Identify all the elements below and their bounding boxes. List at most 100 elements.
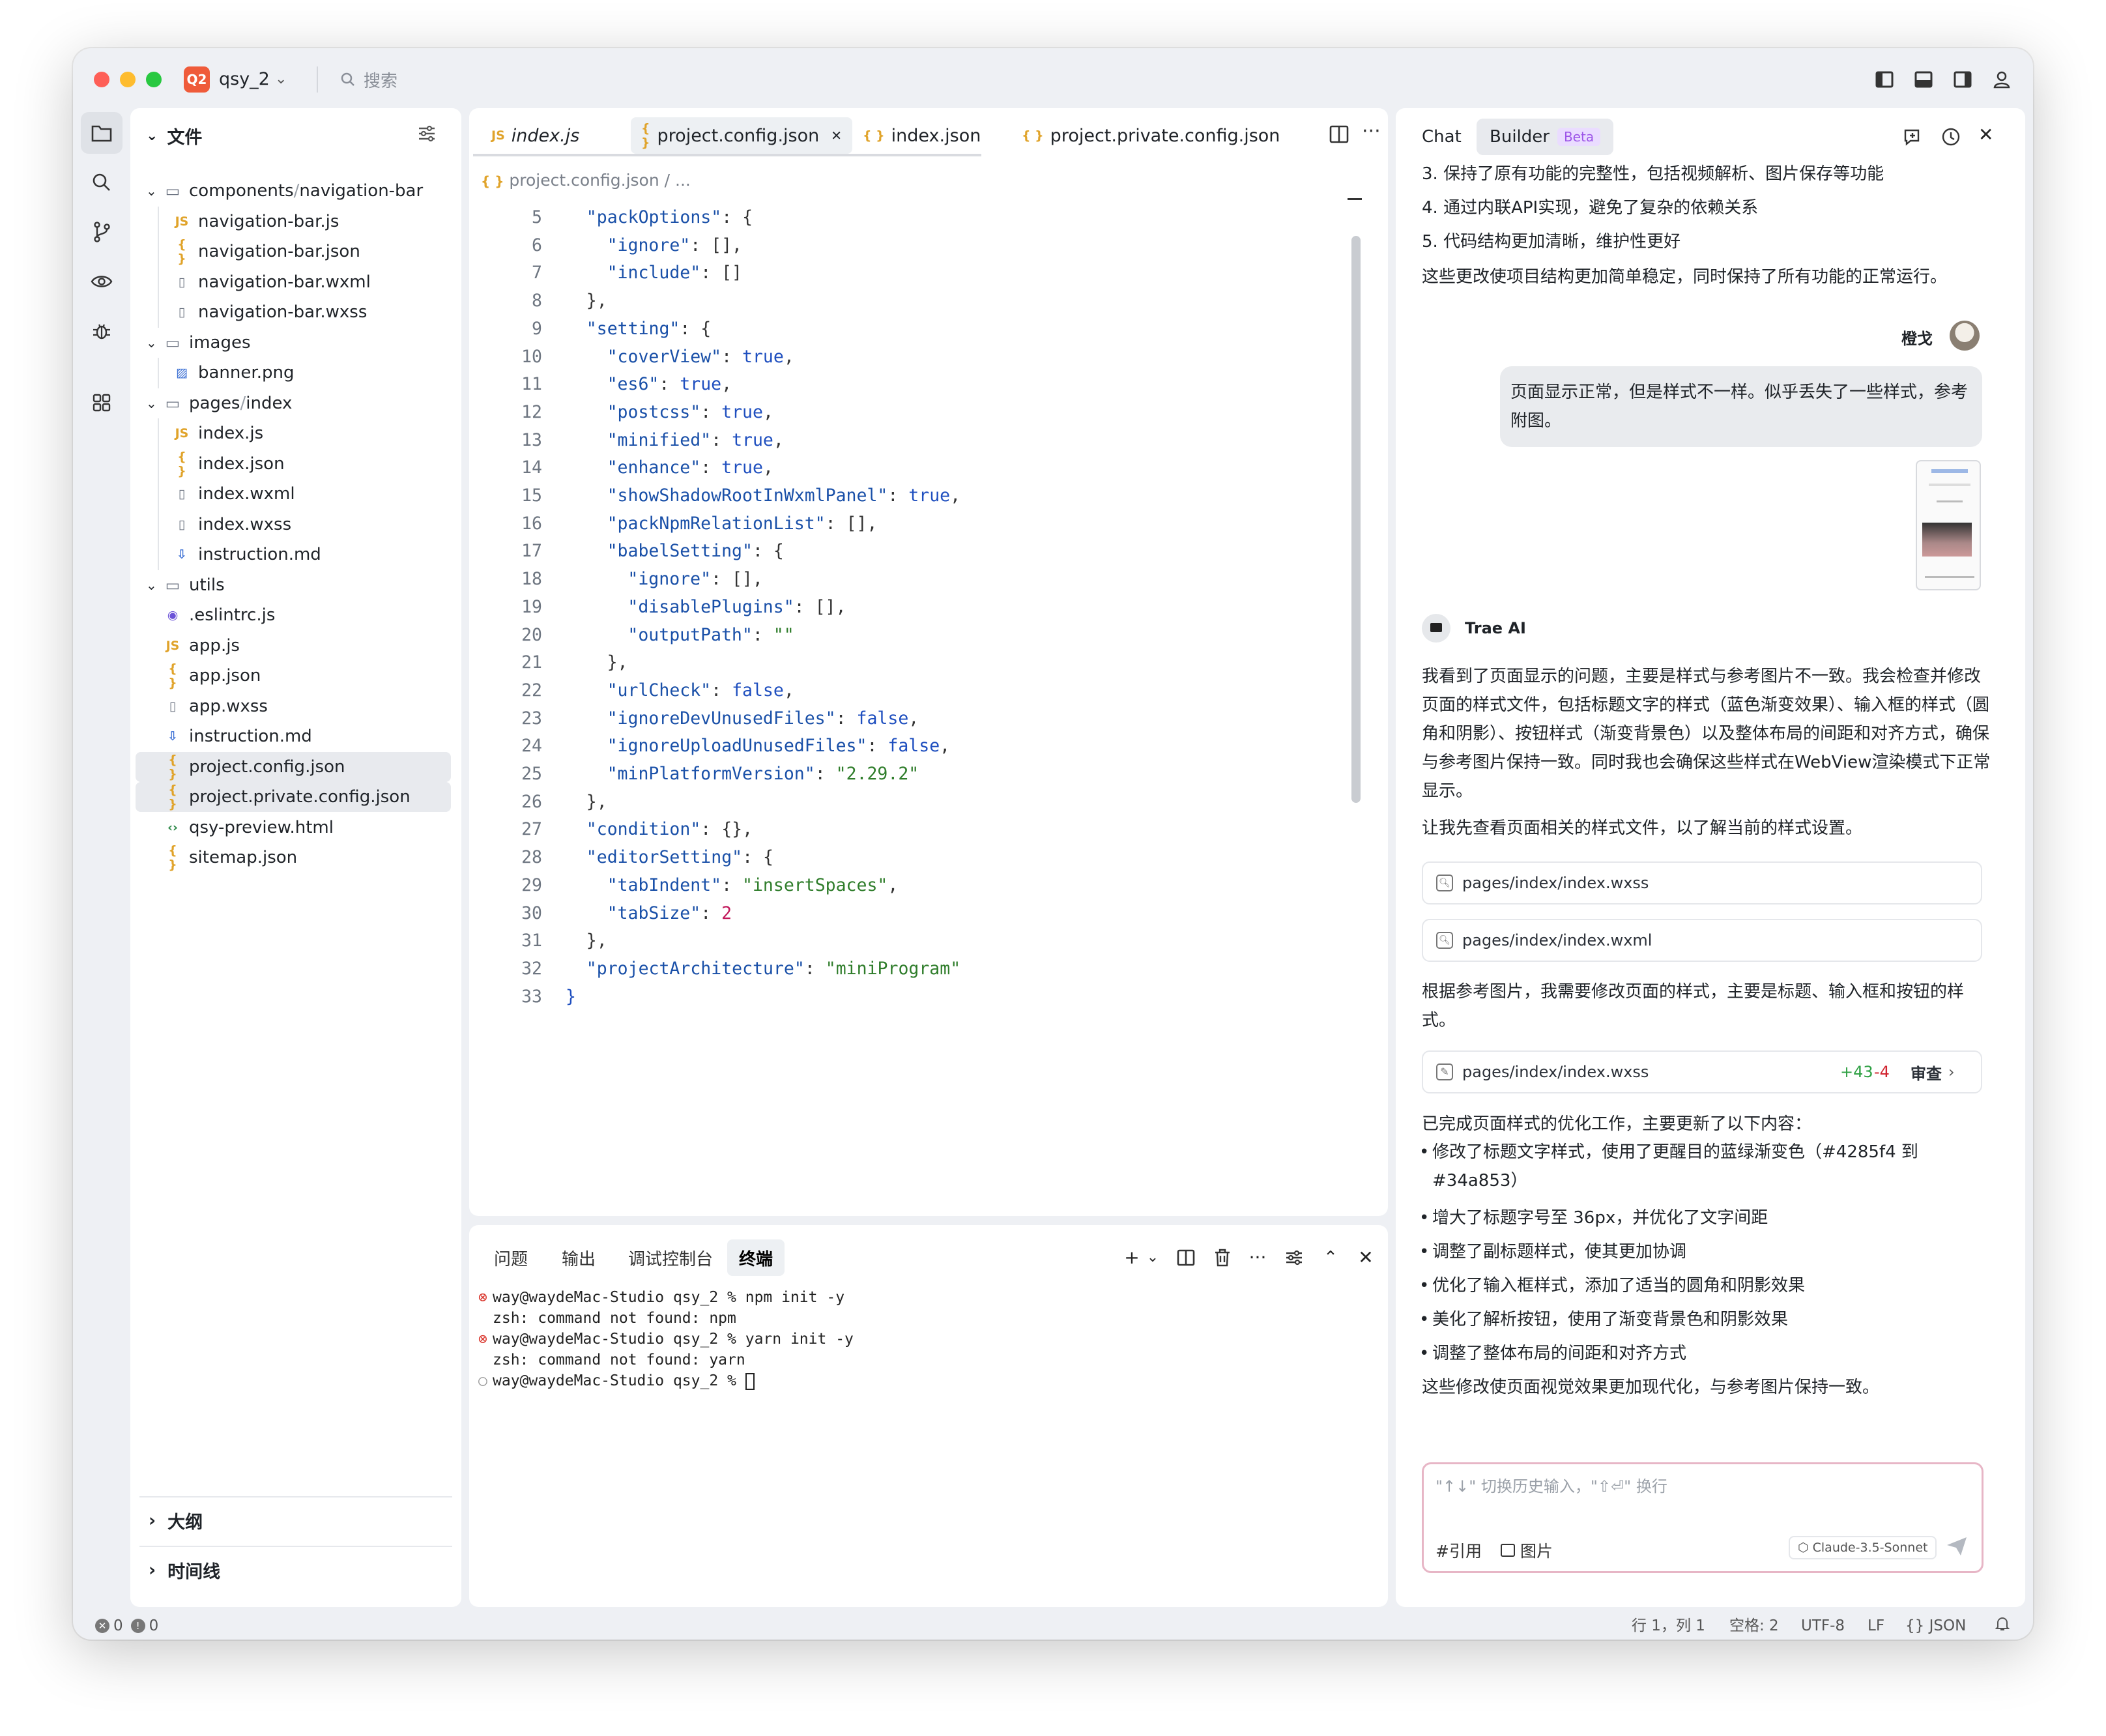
tree-item-label: project.config.json (189, 757, 345, 777)
tree-file[interactable]: ▯ navigation-bar.wxml (136, 267, 451, 297)
review-button[interactable]: 审查 (1911, 1061, 1942, 1084)
code-area[interactable]: 5 "packOptions": {6 "ignore": [], 7 "include… (469, 203, 1368, 1213)
breadcrumb-file[interactable]: project.config.json (509, 171, 659, 190)
tree-item-label: navigation-bar.wxml (198, 272, 371, 292)
toggle-sidebar-right-icon[interactable] (1950, 66, 1976, 93)
tree-file[interactable]: ▯ app.wxss (136, 691, 451, 721)
tree-file[interactable]: ⇩ instruction.md (136, 540, 451, 570)
tree-folder[interactable]: ⌄ ▭ images (136, 328, 451, 358)
model-selector[interactable]: ⬡ Claude-3.5-Sonnet (1789, 1536, 1937, 1559)
toggle-panel-bottom-icon[interactable] (1911, 66, 1937, 93)
editor-scrollbar[interactable] (1351, 236, 1361, 803)
panel-tab[interactable]: 终端 (727, 1239, 785, 1276)
search-icon[interactable] (81, 162, 123, 203)
code-token: : (721, 875, 743, 895)
tree-file[interactable]: { } project.config.json (136, 751, 451, 782)
tab-builder[interactable]: Builder Beta (1477, 119, 1614, 155)
explorer-icon[interactable] (81, 112, 123, 154)
tree-file[interactable]: { } project.private.config.json (136, 782, 451, 812)
tree-file[interactable]: ▨ banner.png (136, 358, 451, 388)
line-number: 26 (521, 791, 542, 812)
indent-guide (158, 358, 159, 388)
tree-file[interactable]: ⇩ instruction.md (136, 721, 451, 751)
tree-file[interactable]: { } sitemap.json (136, 843, 451, 873)
encoding[interactable]: UTF-8 (1801, 1616, 1845, 1636)
tree-item-label: index.wxss (198, 514, 292, 534)
tab-chat[interactable]: Chat (1409, 119, 1475, 155)
more-actions-icon[interactable]: ··· (1362, 120, 1381, 143)
chevron-down-icon[interactable]: ⌄ (275, 68, 287, 91)
source-control-icon[interactable] (81, 211, 123, 253)
indentation[interactable]: 空格: 2 (1729, 1616, 1779, 1636)
reference-button[interactable]: #引用 (1435, 1539, 1482, 1562)
chevron-down-icon[interactable]: ⌄ (1143, 1245, 1162, 1271)
debug-bug-icon[interactable] (81, 310, 123, 352)
tree-folder[interactable]: ⌄ ▭ pages / index (136, 388, 451, 418)
breadcrumb-more[interactable]: ... (675, 171, 691, 190)
tree-file[interactable]: { } app.json (136, 661, 451, 691)
close-window-button[interactable] (94, 72, 109, 87)
line-ending[interactable]: LF (1868, 1616, 1884, 1636)
cursor-position[interactable]: 行 1，列 1 (1632, 1616, 1705, 1636)
send-icon[interactable] (1945, 1535, 1969, 1561)
editor-tab[interactable]: { } index.json (852, 117, 991, 154)
extensions-icon[interactable] (81, 382, 123, 424)
minimize-window-button[interactable] (120, 72, 136, 87)
file-reference[interactable]: 🔍︎ pages/index/index.wxss (1422, 861, 1982, 904)
timeline-section[interactable]: › 时间线 (139, 1546, 452, 1593)
more-actions-icon[interactable]: ··· (1245, 1245, 1271, 1271)
split-editor-icon[interactable] (1329, 125, 1349, 146)
breadcrumb[interactable]: { } project.config.json / ... (481, 171, 691, 190)
tree-file[interactable]: ‹› qsy-preview.html (136, 813, 451, 843)
tree-file[interactable]: ◉ .eslintrc.js (136, 600, 451, 630)
chat-input-box[interactable]: "↑↓" 切换历史输入，"⇧⏎" 换行 #引用 图片 ⬡ Claude-3.5-… (1422, 1462, 1983, 1573)
tree-file[interactable]: { } index.json (136, 449, 451, 479)
language-mode[interactable]: {} JSON (1905, 1616, 1966, 1636)
editor-tab[interactable]: JS index.js (481, 117, 590, 154)
tree-folder[interactable]: ⌄ ▭ components / navigation-bar (136, 176, 451, 206)
tree-file[interactable]: ▯ index.wxml (136, 479, 451, 509)
tree-file[interactable]: ▯ index.wxss (136, 510, 451, 540)
tree-folder[interactable]: ⌄ ▭ utils (136, 570, 451, 600)
code-line: 15 "showShadowRootInWxmlPanel": true, (469, 482, 1355, 510)
maximize-panel-icon[interactable]: ⌃ (1318, 1245, 1344, 1271)
explorer-header[interactable]: ⌄ 文件 (146, 123, 202, 149)
attached-screenshot-thumbnail[interactable] (1916, 460, 1981, 590)
toggle-sidebar-left-icon[interactable] (1871, 66, 1897, 93)
trash-icon[interactable] (1209, 1245, 1235, 1271)
tree-file[interactable]: ▯ navigation-bar.wxss (136, 297, 451, 327)
tree-file[interactable]: { } navigation-bar.json (136, 237, 451, 267)
close-panel-icon[interactable]: ✕ (1978, 124, 1993, 145)
html-icon: ‹› (167, 820, 178, 835)
panel-tab[interactable]: 问题 (482, 1239, 540, 1276)
preview-eye-icon[interactable] (81, 261, 123, 302)
problems-indicator[interactable]: ✕ 0 ! 0 (95, 1616, 158, 1636)
image-button[interactable]: 图片 (1501, 1539, 1553, 1562)
split-terminal-icon[interactable] (1173, 1245, 1199, 1271)
maximize-window-button[interactable] (146, 72, 162, 87)
project-badge[interactable]: Q2 (184, 66, 210, 93)
tree-file[interactable]: JS app.js (136, 631, 451, 661)
close-tab-icon[interactable]: ✕ (831, 128, 842, 143)
new-chat-icon[interactable] (1903, 126, 1924, 150)
editor-tab[interactable]: { } project.config.json ✕ (631, 117, 852, 154)
close-panel-icon[interactable]: ✕ (1353, 1245, 1379, 1271)
tree-file[interactable]: JS index.js (136, 418, 451, 448)
outline-section[interactable]: › 大纲 (139, 1496, 452, 1543)
code-token: true (732, 429, 773, 450)
new-terminal-icon[interactable]: + (1121, 1245, 1143, 1271)
project-name[interactable]: qsy_2 (219, 68, 270, 91)
panel-tab[interactable]: 调试控制台 (616, 1239, 725, 1276)
editor-tab[interactable]: { } project.private.config.json (1011, 117, 1290, 154)
tree-file[interactable]: JS navigation-bar.js (136, 207, 451, 237)
search-box[interactable]: 搜索 (340, 66, 397, 93)
notifications-bell-icon[interactable] (1995, 1616, 2010, 1637)
terminal-settings-icon[interactable] (1281, 1245, 1307, 1271)
panel-tab[interactable]: 输出 (550, 1239, 607, 1276)
filter-settings-icon[interactable] (417, 124, 440, 147)
file-edit-card[interactable]: ✎ pages/index/index.wxss +43 -4 审查 › (1422, 1050, 1982, 1093)
divider (317, 66, 318, 93)
file-reference[interactable]: 🔍︎ pages/index/index.wxml (1422, 919, 1982, 962)
account-icon[interactable] (1989, 66, 2015, 93)
history-icon[interactable] (1940, 126, 1961, 150)
